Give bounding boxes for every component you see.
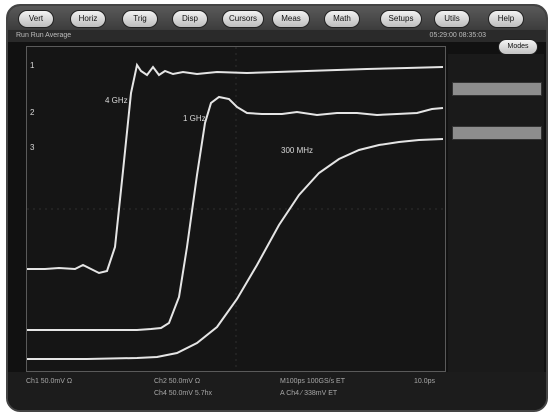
channel-marker-2: 2 [30,108,35,117]
status-left-text: Run Run Average [16,32,72,39]
trace-label-300mhz: 300 MHz [281,146,313,155]
trace-label-4ghz: 4 GHz [105,96,128,105]
modes-button[interactable]: Modes [498,39,538,55]
menu-meas-button[interactable]: Meas [272,10,310,28]
waveform-display: 1 2 3 4 GHz 1 GHz 300 MHz [26,46,446,372]
timebase-readout: M100ps 100GS/s ET [280,378,345,385]
menu-setups-button[interactable]: Setups [380,10,422,28]
menu-help-button[interactable]: Help [488,10,524,28]
channel-marker-3: 3 [30,143,35,152]
status-right-text: 05:29:00 08:35:03 [429,32,486,39]
menu-utils-button[interactable]: Utils [434,10,470,28]
waveform-svg: 1 2 3 4 GHz 1 GHz 300 MHz [27,47,445,371]
menu-cursors-button[interactable]: Cursors [222,10,264,28]
trace-4ghz [27,62,444,275]
trace-300mhz [27,138,444,360]
record-readout: 10.0ps [414,378,436,385]
side-panel-readout-2 [452,126,542,140]
channel-marker-1: 1 [30,61,35,70]
status-line: Run Run Average 05:29:00 08:35:03 [8,30,546,42]
menu-math-button[interactable]: Math [324,10,360,28]
side-panel [448,54,544,374]
menu-trig-button[interactable]: Trig [122,10,158,28]
oscilloscope-screen: Vert Horiz Trig Disp Cursors Meas Math S… [6,4,548,412]
trigger-readout: A Ch4 ⁄ 338mV ET [280,390,338,397]
trace-label-1ghz: 1 GHz [183,114,206,123]
trace-1ghz [27,95,444,331]
menu-bar: Vert Horiz Trig Disp Cursors Meas Math S… [8,6,546,30]
menu-horiz-button[interactable]: Horiz [70,10,106,28]
ch4-readout: Ch4 50.0mV 5.7hx [154,390,212,397]
side-panel-readout-1 [452,82,542,96]
ch1-readout: Ch1 50.0mV Ω [26,378,73,385]
ch2-readout: Ch2 50.0mV Ω [154,378,201,385]
menu-disp-button[interactable]: Disp [172,10,208,28]
menu-vert-button[interactable]: Vert [18,10,54,28]
channel-readout-bar: Ch1 50.0mV Ω Ch2 50.0mV Ω Ch4 50.0mV 5.7… [8,372,546,410]
